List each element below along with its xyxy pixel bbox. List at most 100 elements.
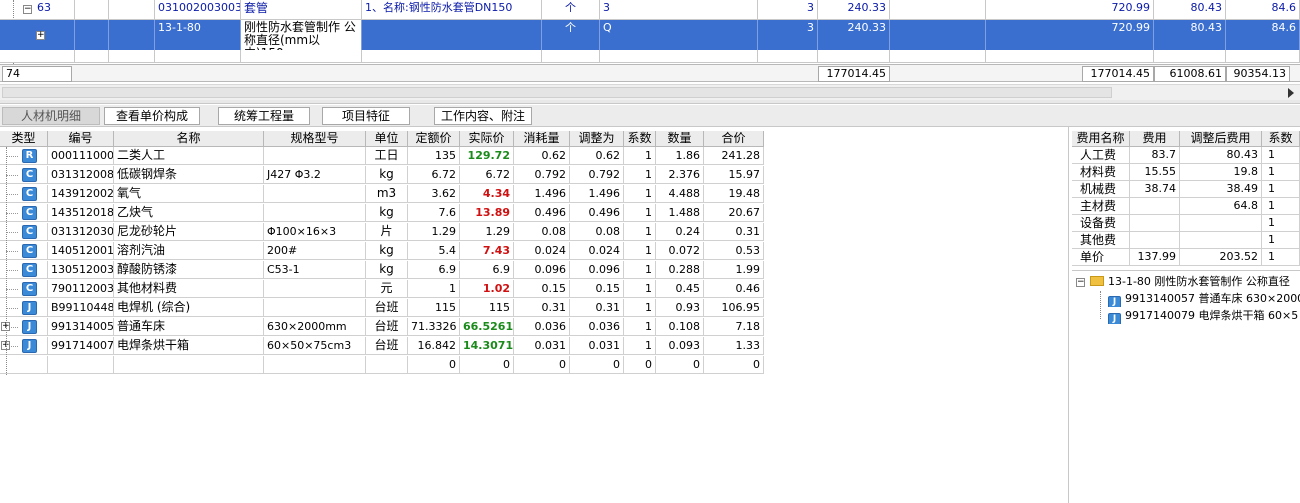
cell-adjust: 0.792 [570, 166, 624, 184]
resource-type-icon: C [22, 282, 37, 296]
folder-icon [1090, 276, 1104, 286]
cell-quota: 135 [408, 147, 460, 165]
fee-cell-fee [1130, 198, 1180, 215]
cell-quota: 6.72 [408, 166, 460, 184]
tab-unit-price-composition[interactable]: 查看单价构成 [104, 107, 200, 125]
col-fee[interactable]: 费用 [1130, 131, 1180, 147]
resource-detail-table: 类型 编号 名称 规格型号 单位 定额价 实际价 消耗量 调整为 系数 数量 合… [0, 131, 764, 375]
cell-spec: C53-1 [264, 261, 366, 279]
col-quota-price[interactable]: 定额价 [408, 131, 460, 147]
cell-consume: 0.792 [514, 166, 570, 184]
table-row[interactable]: C 1439120029 氧气 m3 3.62 4.34 1.496 1.496 1 4.488 1… [0, 185, 764, 203]
cell-unit: 片 [366, 223, 408, 241]
tree-child-node[interactable]: J 9917140079 电焊条烘干箱 60×5 [1108, 308, 1300, 324]
cell-adjust: 0.31 [570, 299, 624, 317]
col-adjust[interactable]: 调整为 [570, 131, 624, 147]
cell-name: 二类人工 [114, 147, 264, 165]
fee-cell-coef: 1 [1262, 164, 1300, 181]
fee-cell-adjusted: 38.49 [1180, 181, 1262, 198]
col-total[interactable]: 合价 [704, 131, 764, 147]
tree-line [6, 308, 18, 309]
table-row[interactable]: C 0313120085 低碳钢焊条 J427 Φ3.2 kg 6.72 6.72 0.792… [0, 166, 764, 184]
col-spec[interactable]: 规格型号 [264, 131, 366, 147]
fee-row[interactable]: 单价 137.99 203.52 1 [1072, 249, 1300, 266]
vertical-splitter[interactable] [1068, 127, 1069, 503]
cell-actual: 129.72 [460, 147, 514, 165]
fee-row[interactable]: 材料费 15.55 19.8 1 [1072, 164, 1300, 181]
cell-unit: 台班 [366, 318, 408, 336]
table-row[interactable]: + J 9917140079 电焊条烘干箱 60×50×75cm3 台班 16.842 14.… [0, 337, 764, 355]
col-fee-name[interactable]: 费用名称 [1072, 131, 1130, 147]
tab-project-features[interactable]: 项目特征 [322, 107, 410, 125]
collapse-icon[interactable]: − [1076, 278, 1085, 287]
cell-spec: Φ100×16×3 [264, 223, 366, 241]
tab-coordinated-quantity[interactable]: 统筹工程量 [218, 107, 310, 125]
col-unit[interactable]: 单位 [366, 131, 408, 147]
tab-resource-detail[interactable]: 人材机明细 [2, 107, 100, 125]
table-row[interactable]: + J 9913140057 普通车床 630×2000mm 台班 71.3326 66.52… [0, 318, 764, 336]
cell-actual: 6.9 [460, 261, 514, 279]
resource-type-icon: C [22, 187, 37, 201]
table-row[interactable]: C 1435120187 乙炔气 kg 7.6 13.89 0.496 0.496 1 1.488… [0, 204, 764, 222]
col-coefficient[interactable]: 系数 [624, 131, 656, 147]
tree-line [6, 270, 18, 271]
tree-root-node[interactable]: 13-1-80 刚性防水套管制作 公称直径 [1090, 274, 1300, 290]
table-row[interactable]: R 0001110003 二类人工 工日 135 129.72 0.62 0.62 1 1.86 2… [0, 147, 764, 165]
cell-coef: 1 [624, 242, 656, 260]
collapse-icon[interactable]: − [23, 5, 32, 14]
table-row[interactable]: J B99110448 电焊机 (综合) 台班 115 115 0.31 0.31 1 0.93 1… [0, 299, 764, 317]
total-consume: 0 [514, 356, 570, 374]
cell-total: 15.97 [704, 166, 764, 184]
cell-name: 其他材料费 [114, 280, 264, 298]
col-consumption[interactable]: 消耗量 [514, 131, 570, 147]
fee-row[interactable]: 设备费 1 [1072, 215, 1300, 232]
table-row[interactable]: C 1305120033 醇酸防锈漆 C53-1 kg 6.9 6.9 0.096 0.096 1… [0, 261, 764, 279]
cell-qty: 0.24 [656, 223, 704, 241]
fee-row[interactable]: 人工费 83.7 80.43 1 [1072, 147, 1300, 164]
cell-unit: kg [366, 166, 408, 184]
cell-spec [264, 147, 366, 165]
total-adjust: 0 [570, 356, 624, 374]
cell-unit: 元 [366, 280, 408, 298]
col-fee-coefficient[interactable]: 系数 [1262, 131, 1300, 147]
bill-row-63[interactable]: − 63 031002003003 套管 1、名称:钢性防水套管DN150 个 … [0, 0, 1300, 20]
tab-work-content[interactable]: 工作内容、附注 [434, 107, 532, 125]
fee-row[interactable]: 其他费 1 [1072, 232, 1300, 249]
splitter[interactable] [0, 100, 1300, 104]
fee-cell-adjusted: 80.43 [1180, 147, 1262, 164]
resource-type-icon: J [22, 320, 37, 334]
cell-coef: 1 [624, 280, 656, 298]
cell-name: 乙炔气 [114, 204, 264, 222]
bill-qty-expr: 3 [600, 0, 758, 19]
cell-consume: 0.031 [514, 337, 570, 355]
cell-coef: 1 [624, 147, 656, 165]
cell-code: 1439120029 [48, 185, 114, 203]
summary-row-count: 74 [2, 66, 72, 82]
fee-cell-name: 设备费 [1072, 215, 1130, 232]
fee-row[interactable]: 机械费 38.74 38.49 1 [1072, 181, 1300, 198]
horizontal-scrollbar[interactable] [0, 84, 1300, 100]
tree-line [6, 251, 18, 252]
col-type[interactable]: 类型 [0, 131, 48, 147]
scrollbar-thumb[interactable] [2, 87, 1112, 98]
cell-quota: 1.29 [408, 223, 460, 241]
col-adjusted-fee[interactable]: 调整后费用 [1180, 131, 1262, 147]
empty-row[interactable] [0, 50, 1300, 63]
quota-row-13-1-80[interactable]: + 13-1-80 刚性防水套管制作 公称直径(mm以内)150 个 Q 3 2… [0, 20, 1300, 50]
table-row[interactable]: C 1405120011 溶剂汽油 200# kg 5.4 7.43 0.024 0.024 1 0… [0, 242, 764, 260]
table-row[interactable]: C 7901120033 其他材料费元 1 1.02 0.15 0.15 1 0.45 0.46 [0, 280, 764, 298]
cell-name: 醇酸防锈漆 [114, 261, 264, 279]
col-name[interactable]: 名称 [114, 131, 264, 147]
scroll-right-arrow-icon[interactable] [1288, 88, 1294, 98]
col-code[interactable]: 编号 [48, 131, 114, 147]
cell-code: 1305120033 [48, 261, 114, 279]
cell-quota: 16.842 [408, 337, 460, 355]
total-actual: 0 [460, 356, 514, 374]
col-actual-price[interactable]: 实际价 [460, 131, 514, 147]
fee-row[interactable]: 主材费 64.8 1 [1072, 198, 1300, 215]
cell-qty: 0.93 [656, 299, 704, 317]
tree-child-node[interactable]: J 9913140057 普通车床 630×2000 [1108, 291, 1300, 307]
col-quantity[interactable]: 数量 [656, 131, 704, 147]
table-row[interactable]: C 0313120303 尼龙砂轮片 Φ100×16×3 片 1.29 1.29 0.08 0.… [0, 223, 764, 241]
bill-unit-price: 240.33 [818, 0, 890, 19]
